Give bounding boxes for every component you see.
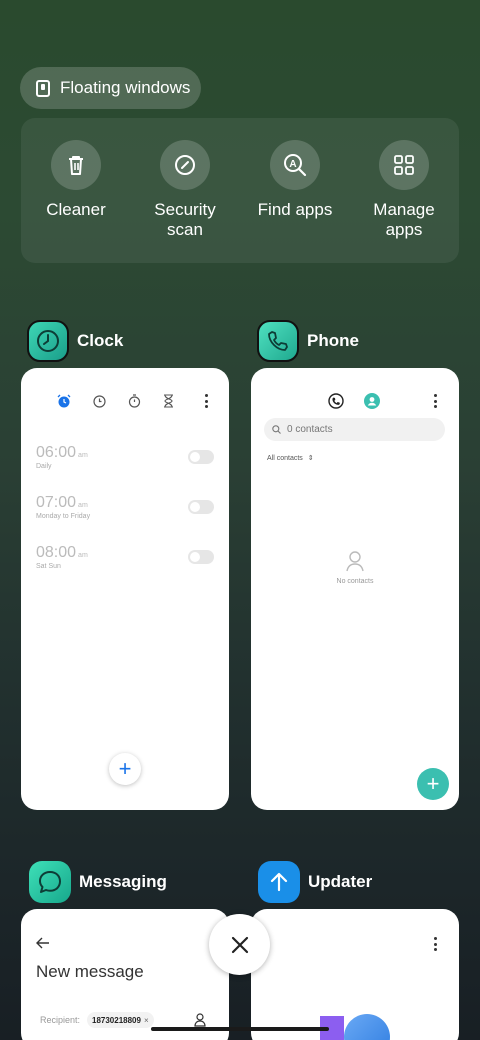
quick-actions-panel: Cleaner Security scan A Find apps Manage… bbox=[21, 118, 459, 263]
back-arrow-icon[interactable] bbox=[36, 936, 50, 954]
clock-more-icon[interactable] bbox=[205, 394, 209, 408]
stopwatch-tab-icon[interactable] bbox=[128, 394, 141, 413]
recipient-label: Recipient: bbox=[40, 1015, 81, 1025]
alarm-repeat: Monday to Friday bbox=[36, 513, 91, 520]
messaging-icon bbox=[29, 861, 71, 903]
alarm-toggle[interactable] bbox=[188, 550, 214, 564]
floating-windows-button[interactable]: Floating windows bbox=[20, 67, 201, 109]
empty-contacts-icon bbox=[346, 551, 364, 572]
clock-tabs bbox=[57, 394, 174, 413]
clock-icon bbox=[27, 320, 69, 362]
alarm-time: 07:00 bbox=[36, 494, 77, 511]
alarm-item[interactable]: 07:00 am Monday to Friday bbox=[36, 494, 214, 530]
find-apps-button[interactable]: A Find apps bbox=[240, 140, 350, 220]
phone-more-icon[interactable] bbox=[434, 394, 438, 408]
timer-tab-icon[interactable] bbox=[163, 394, 174, 413]
messaging-app-header[interactable]: Messaging bbox=[29, 861, 167, 903]
find-apps-icon: A bbox=[270, 140, 320, 190]
updater-app-card[interactable] bbox=[251, 909, 459, 1040]
updater-illustration-circle bbox=[344, 1014, 390, 1040]
filter-label: All contacts bbox=[267, 455, 303, 462]
alarm-time: 08:00 bbox=[36, 544, 77, 561]
empty-contacts-text: No contacts bbox=[336, 578, 374, 585]
clock-app-name: Clock bbox=[77, 331, 124, 350]
add-alarm-button[interactable]: + bbox=[109, 753, 141, 785]
clock-app-card[interactable]: 06:00 am Daily 07:00 am Monday to Friday 0… bbox=[21, 368, 229, 810]
contacts-search-input[interactable]: 0 contacts bbox=[264, 418, 445, 441]
home-indicator[interactable] bbox=[151, 1027, 329, 1031]
alarm-ampm: am bbox=[78, 552, 88, 559]
add-contact-button[interactable]: + bbox=[417, 768, 449, 800]
floating-windows-label: Floating windows bbox=[60, 78, 191, 97]
search-placeholder: 0 contacts bbox=[287, 424, 333, 435]
alarm-toggle[interactable] bbox=[188, 450, 214, 464]
alarm-toggle[interactable] bbox=[188, 500, 214, 514]
svg-text:A: A bbox=[289, 159, 296, 170]
floating-window-icon bbox=[36, 79, 50, 97]
new-message-title: New message bbox=[36, 962, 144, 981]
dialer-tab-icon[interactable] bbox=[328, 393, 344, 414]
manage-apps-label: Manage apps bbox=[373, 200, 435, 239]
sort-icon: ⇕ bbox=[307, 455, 314, 462]
alarm-ampm: am bbox=[78, 452, 88, 459]
alarm-item[interactable]: 06:00 am Daily bbox=[36, 444, 214, 480]
alarm-repeat: Daily bbox=[36, 463, 52, 470]
updater-more-icon[interactable] bbox=[434, 937, 438, 951]
phone-app-name: Phone bbox=[307, 331, 359, 350]
close-icon bbox=[231, 936, 248, 953]
updater-icon bbox=[258, 861, 300, 903]
recipient-number: 18730218809 bbox=[92, 1015, 141, 1025]
updater-app-name: Updater bbox=[308, 872, 373, 891]
phone-icon bbox=[257, 320, 299, 362]
find-apps-label: Find apps bbox=[257, 200, 333, 219]
security-scan-button[interactable]: Security scan bbox=[130, 140, 240, 240]
shield-scan-icon bbox=[160, 140, 210, 190]
clock-app-header[interactable]: Clock bbox=[27, 320, 123, 362]
security-scan-label: Security scan bbox=[154, 200, 216, 239]
phone-app-header[interactable]: Phone bbox=[257, 320, 359, 362]
alarm-ampm: am bbox=[78, 502, 88, 509]
alarm-time: 06:00 bbox=[36, 444, 77, 461]
messaging-app-card[interactable]: New message Recipient: 18730218809 × bbox=[21, 909, 229, 1040]
search-icon bbox=[272, 425, 281, 434]
contacts-filter-dropdown[interactable]: All contacts ⇕ bbox=[267, 454, 314, 462]
cleaner-button[interactable]: Cleaner bbox=[21, 140, 131, 220]
contacts-tab-icon[interactable] bbox=[364, 393, 380, 414]
manage-apps-button[interactable]: Manage apps bbox=[349, 140, 459, 240]
alarm-repeat: Sat Sun bbox=[36, 563, 61, 570]
remove-recipient-icon[interactable]: × bbox=[144, 1016, 149, 1025]
cleaner-label: Cleaner bbox=[46, 200, 106, 219]
phone-app-card[interactable]: 0 contacts All contacts ⇕ No contacts + bbox=[251, 368, 459, 810]
trash-icon bbox=[51, 140, 101, 190]
alarm-item[interactable]: 08:00 am Sat Sun bbox=[36, 544, 214, 580]
clock-tab-icon[interactable] bbox=[93, 394, 106, 413]
recipient-chip[interactable]: 18730218809 × bbox=[87, 1012, 154, 1028]
messaging-app-name: Messaging bbox=[79, 872, 167, 891]
grid-icon bbox=[379, 140, 429, 190]
close-all-button[interactable] bbox=[209, 914, 270, 975]
updater-app-header[interactable]: Updater bbox=[258, 861, 372, 903]
alarm-tab-icon[interactable] bbox=[57, 394, 71, 413]
